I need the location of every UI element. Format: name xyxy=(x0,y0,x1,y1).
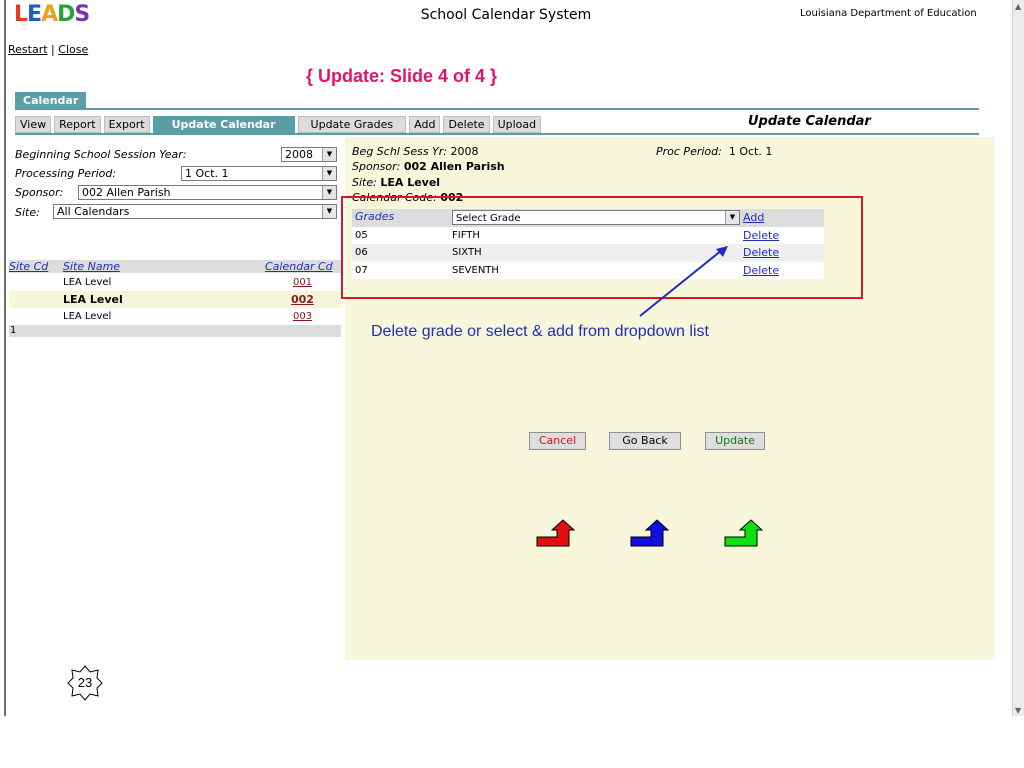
vertical-scrollbar[interactable]: ▲ ▼ xyxy=(1012,0,1024,716)
update-grades-button[interactable]: Update Grades xyxy=(297,116,407,133)
period-select[interactable]: 1 Oct. 1 ▼ xyxy=(181,166,337,181)
list-item[interactable]: LEA Level 001 xyxy=(9,275,341,291)
annotation-text: Delete grade or select & add from dropdo… xyxy=(371,323,709,340)
site-name: LEA Level xyxy=(63,277,112,288)
callout-arrow xyxy=(639,246,728,317)
year-label: Beginning School Session Year: xyxy=(15,148,187,161)
period-label: Processing Period: xyxy=(15,167,117,180)
year-select[interactable]: 2008 ▼ xyxy=(281,147,337,162)
slide-title: { Update: Slide 4 of 4 } xyxy=(306,66,498,86)
add-button[interactable]: Add xyxy=(409,116,441,133)
list-page-footer: 1 xyxy=(9,325,341,337)
site-value: All Calendars xyxy=(57,205,130,218)
sponsor-label: Sponsor: xyxy=(15,186,64,199)
go-back-arrow-icon xyxy=(630,519,669,547)
proc-period-line: Proc Period: 1 Oct. 1 xyxy=(656,145,772,158)
tab-calendar[interactable]: Calendar xyxy=(15,92,87,109)
calendar-code-link[interactable]: 001 xyxy=(293,277,312,288)
chevron-down-icon: ▼ xyxy=(322,148,336,161)
site-value: LEA Level xyxy=(380,176,441,189)
toolbar-rule xyxy=(15,133,979,135)
chevron-down-icon: ▼ xyxy=(322,205,336,218)
restart-link[interactable]: Restart xyxy=(8,43,48,56)
cancel-arrow-icon xyxy=(536,519,575,547)
beg-year-line: Beg Schl Sess Yr: 2008 xyxy=(352,145,479,158)
scroll-down-icon[interactable]: ▼ xyxy=(1015,706,1021,715)
delete-button[interactable]: Delete xyxy=(443,116,490,133)
cancel-button[interactable]: Cancel xyxy=(529,432,586,450)
window-left-border xyxy=(4,0,6,716)
list-item-selected[interactable]: LEA Level 002 xyxy=(9,291,341,308)
site-select[interactable]: All Calendars ▼ xyxy=(53,204,337,219)
site-label: Site: xyxy=(352,176,377,189)
year-value: 2008 xyxy=(285,148,313,161)
slide-number-badge: 23 xyxy=(67,665,103,701)
sort-calendar-cd[interactable]: Calendar Cd xyxy=(265,260,333,273)
callout-box xyxy=(341,196,863,299)
upload-button[interactable]: Upload xyxy=(492,116,542,133)
beg-year-value: 2008 xyxy=(450,145,479,158)
calendar-code-link[interactable]: 002 xyxy=(291,293,314,306)
calendar-code-link[interactable]: 003 xyxy=(293,311,312,322)
department-name: Louisiana Department of Education xyxy=(800,8,977,19)
proc-period-label: Proc Period: xyxy=(656,145,722,158)
view-button[interactable]: View xyxy=(15,116,52,133)
go-back-button[interactable]: Go Back xyxy=(609,432,681,450)
site-name: LEA Level xyxy=(63,311,112,322)
sponsor-value: 002 Allen Parish xyxy=(82,186,171,199)
period-value: 1 Oct. 1 xyxy=(185,167,229,180)
sponsor-label: Sponsor: xyxy=(352,160,401,173)
chevron-down-icon: ▼ xyxy=(322,167,336,180)
chevron-down-icon: ▼ xyxy=(322,186,336,199)
sponsor-line: Sponsor: 002 Allen Parish xyxy=(352,160,505,173)
export-button[interactable]: Export xyxy=(103,116,150,133)
tab-rule xyxy=(15,108,979,110)
update-button[interactable]: Update xyxy=(705,432,765,450)
proc-period-value: 1 Oct. 1 xyxy=(728,145,773,158)
top-links: Restart | Close xyxy=(8,43,88,56)
site-label: Site: xyxy=(15,206,40,219)
scroll-up-icon[interactable]: ▲ xyxy=(1015,2,1021,11)
sort-site-cd[interactable]: Site Cd xyxy=(9,260,48,273)
site-list-header: Site Cd Site Name Calendar Cd xyxy=(9,260,341,273)
report-button[interactable]: Report xyxy=(54,116,101,133)
slide-number: 23 xyxy=(77,675,93,690)
site-name: LEA Level xyxy=(63,293,123,306)
page-heading: Update Calendar xyxy=(748,114,871,129)
site-line: Site: LEA Level xyxy=(352,176,440,189)
update-arrow-icon xyxy=(724,519,763,547)
toolbar: View Report Export Update Calendar Updat… xyxy=(15,116,542,133)
update-calendar-button[interactable]: Update Calendar xyxy=(152,116,295,133)
close-link[interactable]: Close xyxy=(58,43,88,56)
beg-year-label: Beg Schl Sess Yr: xyxy=(352,145,448,158)
list-item[interactable]: LEA Level 003 xyxy=(9,309,341,325)
sponsor-value: 002 Allen Parish xyxy=(403,160,505,173)
link-separator: | xyxy=(51,43,55,56)
sort-site-name[interactable]: Site Name xyxy=(63,260,120,273)
sponsor-select[interactable]: 002 Allen Parish ▼ xyxy=(78,185,337,200)
